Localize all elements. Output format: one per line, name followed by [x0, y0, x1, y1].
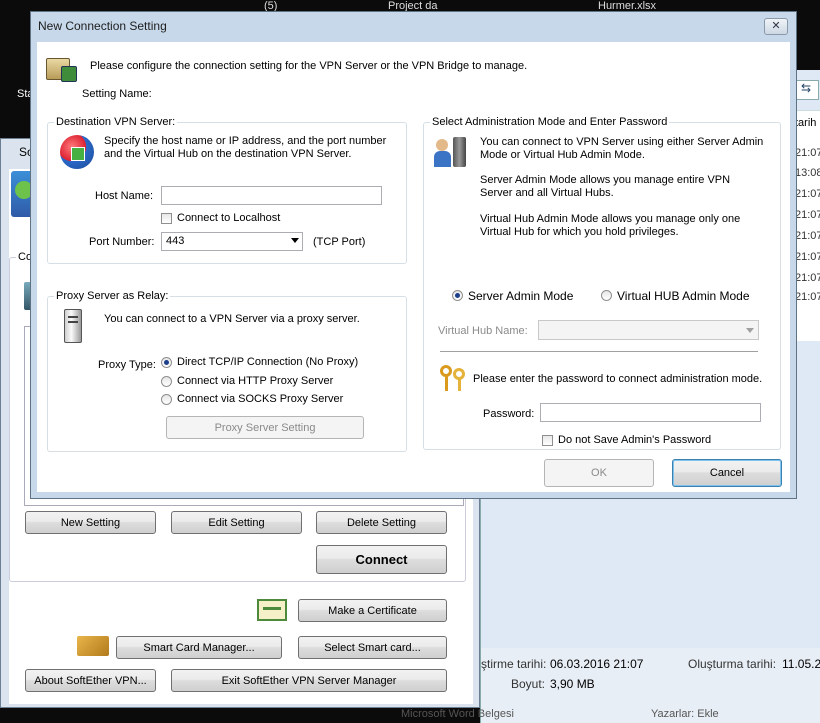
server-admin-radio[interactable] [452, 290, 463, 301]
smart-card-icon [77, 636, 109, 656]
hub-admin-radio[interactable] [601, 290, 612, 301]
connect-button[interactable]: Connect [316, 545, 447, 574]
intro-text: Please configure the connection setting … [90, 60, 528, 72]
chevron-down-icon [746, 328, 754, 333]
proxy-desc: You can connect to a VPN Server via a pr… [104, 313, 360, 325]
select-smart-card-button[interactable]: Select Smart card... [298, 636, 447, 659]
admin-desc: Mode or Virtual Hub Admin Mode. [480, 149, 645, 161]
admin-mode-group: Select Administration Mode and Enter Pas… [423, 116, 781, 450]
destination-group: Destination VPN Server: Specify the host… [47, 116, 407, 264]
cancel-button[interactable]: Cancel [672, 459, 782, 487]
destination-icon [60, 135, 94, 169]
time-cell: 21:07 [795, 147, 820, 159]
port-number-select[interactable]: 443 [161, 232, 303, 251]
column-header[interactable]: tarih [795, 117, 816, 129]
proxy-socks-label: Connect via SOCKS Proxy Server [177, 393, 344, 405]
delete-setting-button[interactable]: Delete Setting [316, 511, 447, 534]
proxy-http-radio[interactable] [161, 376, 172, 387]
destination-desc: Specify the host name or IP address, and… [104, 135, 387, 147]
time-cell: 21:07 [795, 291, 820, 303]
proxy-server-icon [64, 309, 82, 343]
details-pane: ştirme tarihi: 06.03.2016 21:07 Oluşturm… [401, 648, 820, 723]
destination-title: Destination VPN Server: [54, 116, 178, 128]
created-label: ştirme tarihi: [481, 657, 547, 671]
proxy-title: Proxy Server as Relay: [54, 290, 171, 302]
admin-user-icon [434, 137, 468, 171]
password-input[interactable] [540, 403, 761, 422]
connection-icon [44, 52, 78, 82]
time-cell: 21:07 [795, 188, 820, 200]
close-button[interactable]: ✕ [764, 18, 788, 35]
hub-admin-label: Virtual HUB Admin Mode [617, 289, 750, 303]
setting-name-label: Setting Name: [82, 88, 152, 100]
created2-value: 11.05.20 [782, 657, 820, 671]
password-label: Password: [483, 408, 535, 420]
proxy-direct-label: Direct TCP/IP Connection (No Proxy) [177, 356, 359, 368]
proxy-server-setting-button[interactable]: Proxy Server Setting [166, 416, 364, 439]
localhost-label: Connect to Localhost [177, 212, 281, 224]
admin-desc: You can connect to VPN Server using eith… [480, 136, 764, 148]
proxy-type-label: Proxy Type: [98, 359, 156, 371]
edit-setting-button[interactable]: Edit Setting [171, 511, 302, 534]
make-certificate-button[interactable]: Make a Certificate [298, 599, 447, 622]
host-name-label: Host Name: [95, 190, 154, 202]
time-cell: 13:08 [795, 167, 820, 179]
about-button[interactable]: About SoftEther VPN... [25, 669, 156, 692]
certificate-icon [257, 599, 287, 621]
admin-desc: Virtual Hub Admin Mode allows you manage… [480, 213, 741, 225]
port-number-label: Port Number: [89, 236, 155, 248]
destination-desc: and the Virtual Hub on the destination V… [104, 148, 352, 160]
server-admin-label: Server Admin Mode [468, 289, 574, 303]
tcp-port-label: (TCP Port) [313, 236, 366, 248]
proxy-socks-radio[interactable] [161, 394, 172, 405]
admin-desc: Virtual Hub for which you hold privilege… [480, 226, 679, 238]
new-setting-button[interactable]: New Setting [25, 511, 156, 534]
localhost-checkbox[interactable] [161, 213, 172, 224]
proxy-direct-radio[interactable] [161, 357, 172, 368]
file-type: Microsoft Word Belgesi [401, 708, 514, 720]
created-value: 06.03.2016 21:07 [550, 657, 644, 671]
separator [440, 351, 758, 352]
port-number-value: 443 [166, 235, 185, 247]
proxy-http-label: Connect via HTTP Proxy Server [177, 375, 334, 387]
chevron-down-icon [291, 238, 299, 243]
no-save-label: Do not Save Admin's Password [558, 434, 712, 446]
admin-mode-title: Select Administration Mode and Enter Pas… [430, 116, 670, 128]
close-icon: ✕ [771, 20, 781, 32]
key-icon [438, 363, 468, 393]
proxy-group: Proxy Server as Relay: You can connect t… [47, 290, 407, 452]
no-save-checkbox[interactable] [542, 435, 553, 446]
smart-card-manager-button[interactable]: Smart Card Manager... [116, 636, 282, 659]
created2-label: Oluşturma tarihi: [688, 657, 777, 671]
hub-name-label: Virtual Hub Name: [438, 325, 528, 337]
time-cell: 21:07 [795, 230, 820, 242]
exit-button[interactable]: Exit SoftEther VPN Server Manager [171, 669, 447, 692]
dialog-title: New Connection Setting [38, 19, 167, 33]
admin-desc: Server Admin Mode allows you manage enti… [480, 174, 731, 186]
size-value: 3,90 MB [550, 677, 595, 691]
authors: Yazarlar: Ekle [651, 708, 719, 720]
time-cell: 21:07 [795, 251, 820, 263]
host-name-input[interactable] [161, 186, 382, 205]
ok-button[interactable]: OK [544, 459, 654, 487]
size-label: Boyut: [511, 677, 546, 691]
dialog-client: Please configure the connection setting … [37, 42, 790, 492]
hub-name-select[interactable] [538, 320, 759, 340]
time-cell: 21:07 [795, 272, 820, 284]
new-connection-dialog: New Connection Setting ✕ Please configur… [30, 11, 797, 499]
password-prompt: Please enter the password to connect adm… [473, 373, 763, 385]
admin-desc: Server and all Virtual Hubs. [480, 187, 614, 199]
time-cell: 21:07 [795, 209, 820, 221]
